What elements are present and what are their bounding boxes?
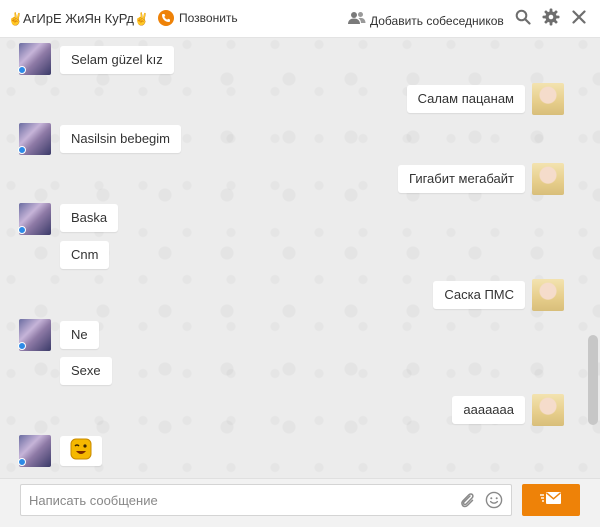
message-bubble-incoming: Cnm [60, 241, 110, 269]
gear-icon [542, 8, 560, 31]
send-envelope-icon [540, 491, 562, 510]
smiley-icon [485, 491, 503, 509]
winking-smiley-sticker-icon [70, 438, 92, 465]
close-icon [572, 9, 586, 29]
emoji-button[interactable] [485, 491, 503, 509]
online-indicator [18, 226, 26, 234]
avatar-self[interactable] [532, 279, 564, 311]
paperclip-icon [461, 493, 474, 508]
chat-title-text: АгИрЕ ЖиЯн КуРд [22, 11, 134, 26]
call-button[interactable]: Позвонить [158, 10, 238, 26]
hand-right-icon: ✌ [133, 12, 149, 26]
online-indicator [18, 342, 26, 350]
settings-button[interactable] [542, 8, 560, 31]
message-bubble-outgoing: Саска ПМС [433, 281, 525, 309]
call-label: Позвонить [179, 11, 238, 25]
message-bubble-incoming: Nasilsin bebegim [60, 125, 181, 153]
message-list[interactable]: Selam güzel kız Салам пацанам Nasilsin b… [0, 38, 600, 478]
phone-icon [158, 10, 174, 26]
message-bubble-outgoing: ааааааа [452, 396, 525, 424]
online-indicator [18, 66, 26, 74]
send-button[interactable] [522, 484, 580, 516]
search-icon [515, 9, 531, 30]
message-input[interactable] [20, 484, 512, 516]
avatar-self[interactable] [532, 394, 564, 426]
chat-header: ✌АгИрЕ ЖиЯн КуРд✌ Позвонить Добавить соб… [0, 0, 600, 38]
chat-title: ✌АгИрЕ ЖиЯн КуРд✌ [8, 11, 149, 26]
online-indicator [18, 146, 26, 154]
composer [0, 478, 600, 527]
hand-left-icon: ✌ [8, 12, 23, 26]
message-bubble-outgoing: Салам пацанам [406, 85, 525, 113]
add-participants-button[interactable]: Добавить собеседников [348, 11, 504, 30]
message-bubble-incoming: Selam güzel kız [60, 46, 174, 74]
scrollbar-thumb[interactable] [588, 335, 598, 425]
message-bubble-outgoing: Гигабит мегабайт [398, 165, 525, 193]
message-bubble-incoming: Sexe [60, 357, 112, 385]
avatar-self[interactable] [532, 83, 564, 115]
online-indicator [18, 458, 26, 466]
message-bubble-incoming: Baska [60, 204, 119, 232]
attach-button[interactable] [458, 491, 476, 509]
close-button[interactable] [570, 9, 588, 29]
add-people-icon [348, 11, 366, 30]
add-participants-label: Добавить собеседников [370, 13, 504, 28]
message-bubble-incoming: Ne [60, 321, 99, 349]
search-button[interactable] [514, 9, 532, 30]
message-bubble-sticker [60, 436, 102, 466]
avatar-self[interactable] [532, 163, 564, 195]
